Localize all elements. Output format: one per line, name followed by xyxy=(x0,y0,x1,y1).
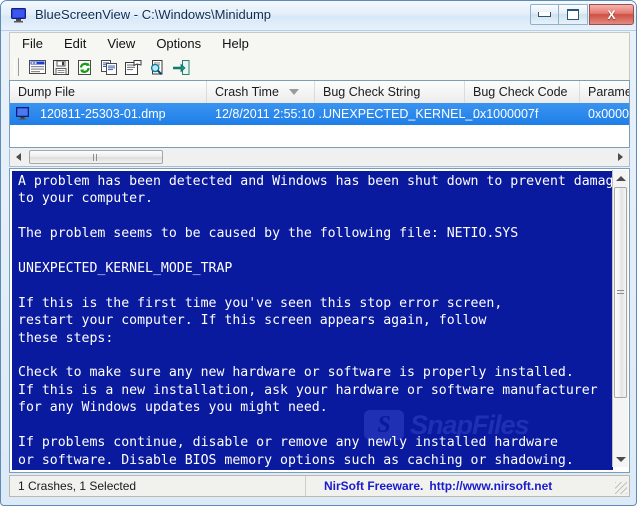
properties-icon[interactable] xyxy=(121,56,145,78)
scroll-down-arrow[interactable] xyxy=(613,451,628,467)
close-icon: X xyxy=(607,7,616,22)
column-label: Bug Check Code xyxy=(473,85,568,99)
close-button[interactable]: X xyxy=(589,4,634,25)
menu-item-help[interactable]: Help xyxy=(213,34,258,53)
crash-list-view[interactable]: Dump File Crash Time Bug Check String Bu… xyxy=(9,80,630,148)
bluescreen-canvas: S SnapFiles A problem has been detected … xyxy=(12,171,613,470)
column-label: Crash Time xyxy=(215,85,279,99)
copy-icon[interactable] xyxy=(97,56,121,78)
thumb-grip xyxy=(93,153,99,161)
scroll-right-arrow[interactable] xyxy=(612,149,629,165)
crash-dump-monitor-icon xyxy=(16,107,30,120)
column-header-bug-check-code[interactable]: Bug Check Code xyxy=(465,81,580,103)
bluescreen-preview-panel: S SnapFiles A problem has been detected … xyxy=(9,168,630,473)
thumb-grip xyxy=(617,289,624,296)
cell-dump-file: 120811-25303-01.dmp xyxy=(40,107,166,121)
status-bar: 1 Crashes, 1 Selected NirSoft Freeware. … xyxy=(9,475,630,497)
refresh-icon[interactable] xyxy=(73,56,97,78)
horizontal-scroll-thumb[interactable] xyxy=(29,150,163,164)
exit-icon[interactable] xyxy=(169,56,193,78)
window-title: BlueScreenView - C:\Windows\Minidump xyxy=(35,7,272,22)
minimize-button[interactable] xyxy=(530,4,559,25)
sort-descending-icon xyxy=(288,89,299,95)
status-brand-pane: NirSoft Freeware. http://www.nirsoft.net xyxy=(306,476,629,496)
properties-window-icon[interactable] xyxy=(25,56,49,78)
cell-crash-time: 12/8/2011 2:55:10 ... xyxy=(215,107,329,121)
menu-item-view[interactable]: View xyxy=(98,34,144,53)
application-window: BlueScreenView - C:\Windows\Minidump X F… xyxy=(0,0,637,506)
maximize-button[interactable] xyxy=(559,4,588,25)
cell-bug-check-code: 0x1000007f xyxy=(473,107,539,121)
column-header-parameter[interactable]: Parameter xyxy=(580,81,629,103)
bluescreen-monitor-icon xyxy=(11,8,28,23)
cell-parameter: 0x0000000 xyxy=(588,107,630,121)
column-header-dump-file[interactable]: Dump File xyxy=(10,81,207,103)
title-bar: BlueScreenView - C:\Windows\Minidump X xyxy=(1,1,636,31)
column-label: Bug Check String xyxy=(323,85,421,99)
scroll-up-arrow[interactable] xyxy=(613,170,628,186)
column-header-bug-check-string[interactable]: Bug Check String xyxy=(315,81,465,103)
status-crash-count: 1 Crashes, 1 Selected xyxy=(10,476,306,496)
cell-bug-check-string: UNEXPECTED_KERNEL_... xyxy=(323,107,483,121)
toolbar xyxy=(9,54,630,80)
menu-item-file[interactable]: File xyxy=(13,34,52,53)
nirsoft-url-link[interactable]: http://www.nirsoft.net xyxy=(429,479,552,493)
maximize-icon xyxy=(559,5,587,24)
list-header-row: Dump File Crash Time Bug Check String Bu… xyxy=(10,81,629,104)
resize-grip[interactable] xyxy=(615,482,627,494)
vertical-scrollbar[interactable] xyxy=(612,170,628,467)
menu-item-edit[interactable]: Edit xyxy=(55,34,95,53)
menu-bar: File Edit View Options Help xyxy=(9,32,630,54)
vertical-scroll-thumb[interactable] xyxy=(614,187,627,398)
horizontal-scrollbar[interactable] xyxy=(9,149,630,167)
column-header-crash-time[interactable]: Crash Time xyxy=(207,81,315,103)
table-row[interactable]: 120811-25303-01.dmp 12/8/2011 2:55:10 ..… xyxy=(10,103,630,125)
menu-item-options[interactable]: Options xyxy=(147,34,210,53)
toolbar-grip xyxy=(14,58,19,76)
save-floppy-icon[interactable] xyxy=(49,56,73,78)
bluescreen-text: A problem has been detected and Windows … xyxy=(18,174,613,470)
status-brand-label: NirSoft Freeware. xyxy=(324,479,424,493)
column-label: Parameter xyxy=(588,85,629,99)
scroll-left-arrow[interactable] xyxy=(10,149,27,165)
minimize-icon xyxy=(531,5,558,24)
column-label: Dump File xyxy=(18,85,75,99)
find-icon[interactable] xyxy=(145,56,169,78)
window-controls: X xyxy=(530,4,634,25)
